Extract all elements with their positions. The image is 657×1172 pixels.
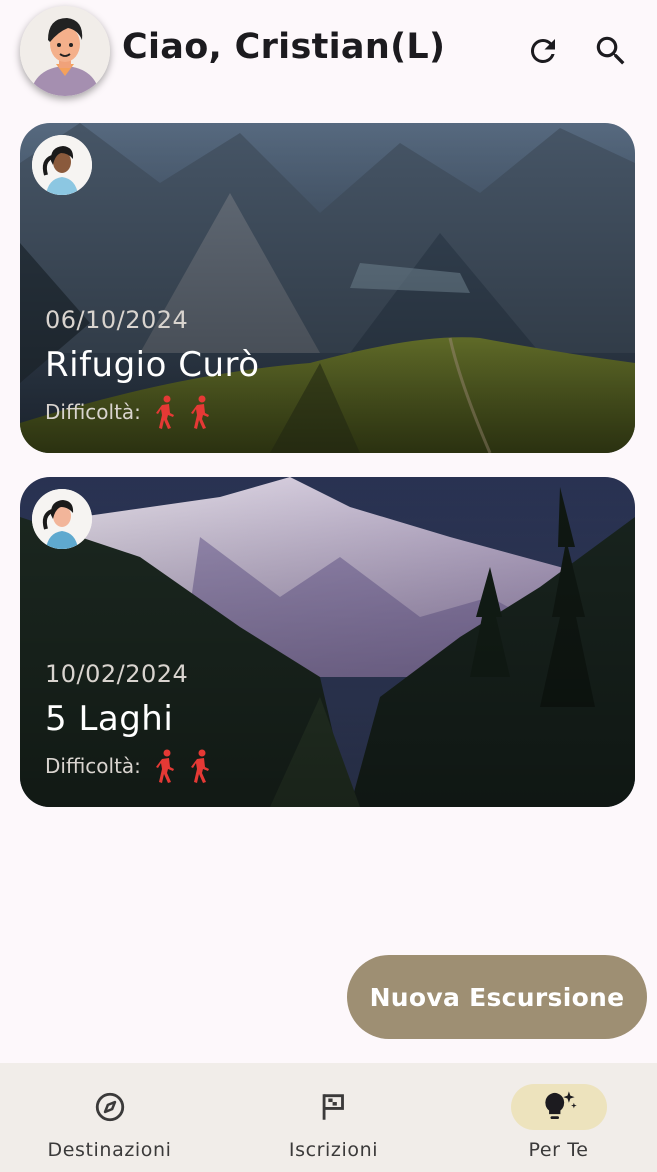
nav-label: Destinazioni: [47, 1139, 172, 1161]
organizer-avatar-illustration: [32, 489, 92, 549]
search-button[interactable]: [590, 30, 632, 72]
app-header: Ciao, Cristian(L): [0, 0, 657, 104]
refresh-icon: [530, 38, 555, 63]
hiker-icon: [190, 749, 209, 783]
bottom-navigation: Destinazioni Iscrizioni Per Te: [0, 1063, 657, 1172]
excursion-title: Rifugio Curò: [45, 345, 260, 385]
difficulty-row: Difficoltà:: [45, 749, 223, 783]
excursion-title: 5 Laghi: [45, 699, 174, 739]
hiker-icon: [190, 395, 209, 429]
compass-icon: [95, 1092, 124, 1122]
nav-icon-container: [62, 1084, 158, 1130]
greeting-title: Ciao, Cristian(L): [122, 27, 446, 67]
nav-icon-container-active: [510, 1084, 607, 1130]
hiker-icon: [155, 395, 174, 429]
difficulty-label: Difficoltà:: [45, 400, 141, 424]
hiker-icon: [155, 749, 174, 783]
nav-icon-container: [286, 1084, 382, 1130]
refresh-button[interactable]: [522, 30, 564, 72]
excursion-date: 10/02/2024: [45, 660, 189, 688]
nav-item-iscrizioni[interactable]: Iscrizioni: [224, 1063, 443, 1172]
nav-label: Iscrizioni: [288, 1139, 379, 1161]
difficulty-label: Difficoltà:: [45, 754, 141, 778]
search-icon: [596, 36, 625, 65]
excursion-date: 06/10/2024: [45, 306, 189, 334]
nav-label: Per Te: [528, 1139, 589, 1161]
nav-item-destinazioni[interactable]: Destinazioni: [0, 1063, 219, 1172]
user-avatar-illustration: [20, 6, 110, 96]
new-excursion-button[interactable]: Nuova Escursione: [347, 955, 647, 1039]
nav-item-per-te[interactable]: Per Te: [449, 1063, 657, 1172]
difficulty-row: Difficoltà:: [45, 395, 223, 429]
organizer-avatar-illustration: [32, 135, 92, 195]
excursion-card[interactable]: 06/10/2024 Rifugio Curò Difficoltà:: [20, 123, 635, 453]
flag-icon: [322, 1094, 344, 1120]
lightbulb-sparkle-icon: [544, 1091, 577, 1120]
user-avatar[interactable]: [20, 6, 110, 96]
organizer-avatar: [32, 489, 92, 549]
excursion-card[interactable]: 10/02/2024 5 Laghi Difficoltà:: [20, 477, 635, 807]
organizer-avatar: [32, 135, 92, 195]
